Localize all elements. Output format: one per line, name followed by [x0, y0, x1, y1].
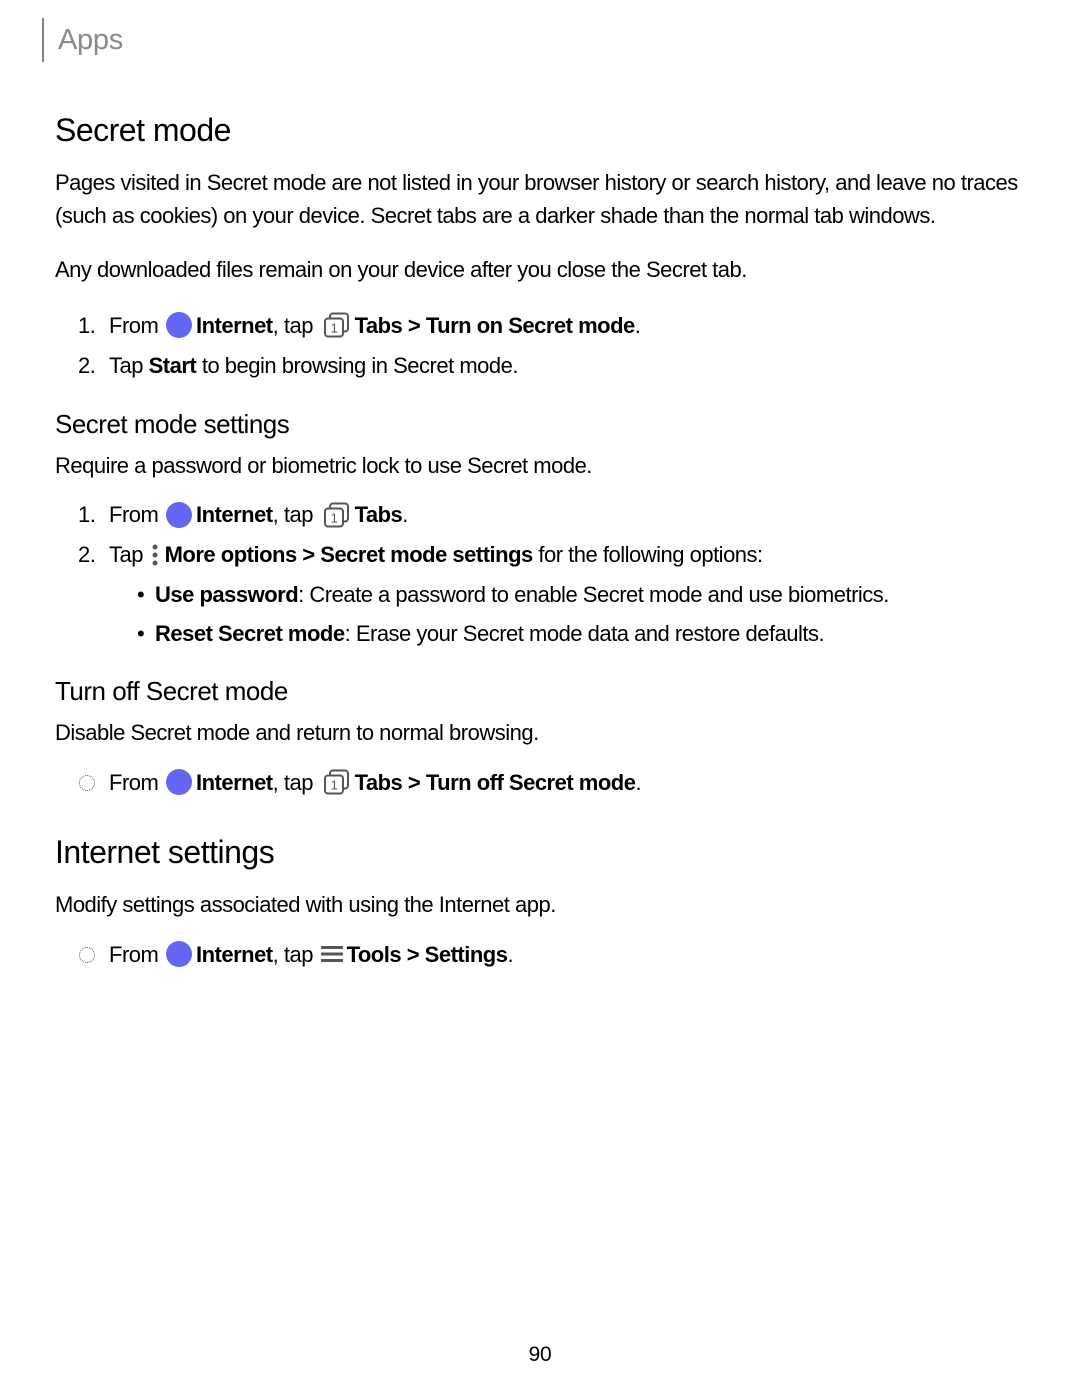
breadcrumb-label: Apps: [58, 24, 123, 57]
is-internet: Internet: [196, 942, 273, 967]
para-internet-settings-intro: Modify settings associated with using th…: [55, 889, 1025, 922]
step1-mid: , tap: [273, 313, 319, 338]
svg-text:1: 1: [330, 510, 337, 525]
step2-start: Start: [149, 353, 197, 378]
secret-mode-steps: From Internet, tap 1 Tabs > Turn on Secre…: [55, 309, 1025, 383]
to-internet: Internet: [196, 770, 273, 795]
tools-icon: [321, 945, 343, 963]
to-pre: From: [109, 770, 164, 795]
s2-action: More options > Secret mode settings: [165, 542, 533, 567]
s1-internet: Internet: [196, 502, 273, 527]
step2-pre: Tap: [109, 353, 149, 378]
step-start-browsing: Tap Start to begin browsing in Secret mo…: [101, 349, 1025, 383]
step1-action: Tabs > Turn on Secret mode: [355, 313, 635, 338]
heading-secret-mode-settings: Secret mode settings: [55, 409, 1025, 440]
internet-icon: [166, 502, 192, 528]
step-turn-on-secret: From Internet, tap 1 Tabs > Turn on Secre…: [101, 309, 1025, 343]
is-mid: , tap: [273, 942, 319, 967]
to-mid: , tap: [273, 770, 319, 795]
settings-step-more-options: Tap More options > Secret mode settings …: [101, 538, 1025, 650]
to-end: .: [635, 770, 641, 795]
s1-pre: From: [109, 502, 164, 527]
tabs-icon: 1: [323, 312, 351, 338]
opt2-text: : Erase your Secret mode data and restor…: [345, 621, 825, 646]
tabs-icon: 1: [323, 769, 351, 795]
is-pre: From: [109, 942, 164, 967]
page-number: 90: [0, 1343, 1080, 1367]
svg-text:1: 1: [330, 778, 337, 793]
step1-end: .: [635, 313, 641, 338]
settings-step-tabs: From Internet, tap 1 Tabs.: [101, 498, 1025, 532]
opt2-bold: Reset Secret mode: [155, 621, 345, 646]
step1-internet: Internet: [196, 313, 273, 338]
s2-end: for the following options:: [533, 542, 763, 567]
svg-text:1: 1: [330, 320, 337, 335]
internet-icon: [166, 769, 192, 795]
heading-turn-off-secret-mode: Turn off Secret mode: [55, 676, 1025, 707]
para-settings-intro: Require a password or biometric lock to …: [55, 450, 1025, 483]
tabs-icon: 1: [323, 502, 351, 528]
opt1-bold: Use password: [155, 582, 298, 607]
settings-options: Use password: Create a password to enabl…: [109, 579, 1025, 651]
breadcrumb: Apps: [42, 18, 1025, 62]
s1-end: .: [402, 502, 408, 527]
para-secret-mode-1: Pages visited in Secret mode are not lis…: [55, 167, 1025, 232]
opt1-text: : Create a password to enable Secret mod…: [298, 582, 889, 607]
is-action: Tools > Settings: [347, 942, 508, 967]
internet-icon: [166, 941, 192, 967]
para-secret-mode-2: Any downloaded files remain on your devi…: [55, 254, 1025, 287]
internet-icon: [166, 312, 192, 338]
option-reset-secret-mode: Reset Secret mode: Erase your Secret mod…: [137, 618, 1025, 650]
heading-internet-settings: Internet settings: [55, 834, 1025, 871]
turnoff-step: From Internet, tap 1 Tabs > Turn off Secr…: [55, 766, 1025, 800]
s1-tabs: Tabs: [355, 502, 403, 527]
more-options-icon: [151, 544, 159, 566]
settings-steps: From Internet, tap 1 Tabs. Tap More optio…: [55, 498, 1025, 650]
para-turnoff-intro: Disable Secret mode and return to normal…: [55, 717, 1025, 750]
is-end: .: [507, 942, 513, 967]
option-use-password: Use password: Create a password to enabl…: [137, 579, 1025, 611]
internet-settings-step: From Internet, tap Tools > Settings.: [55, 938, 1025, 972]
step2-end: to begin browsing in Secret mode.: [196, 353, 518, 378]
to-action: Tabs > Turn off Secret mode: [355, 770, 636, 795]
s2-pre: Tap: [109, 542, 149, 567]
heading-secret-mode: Secret mode: [55, 112, 1025, 149]
s1-mid: , tap: [273, 502, 319, 527]
step1-pre: From: [109, 313, 164, 338]
